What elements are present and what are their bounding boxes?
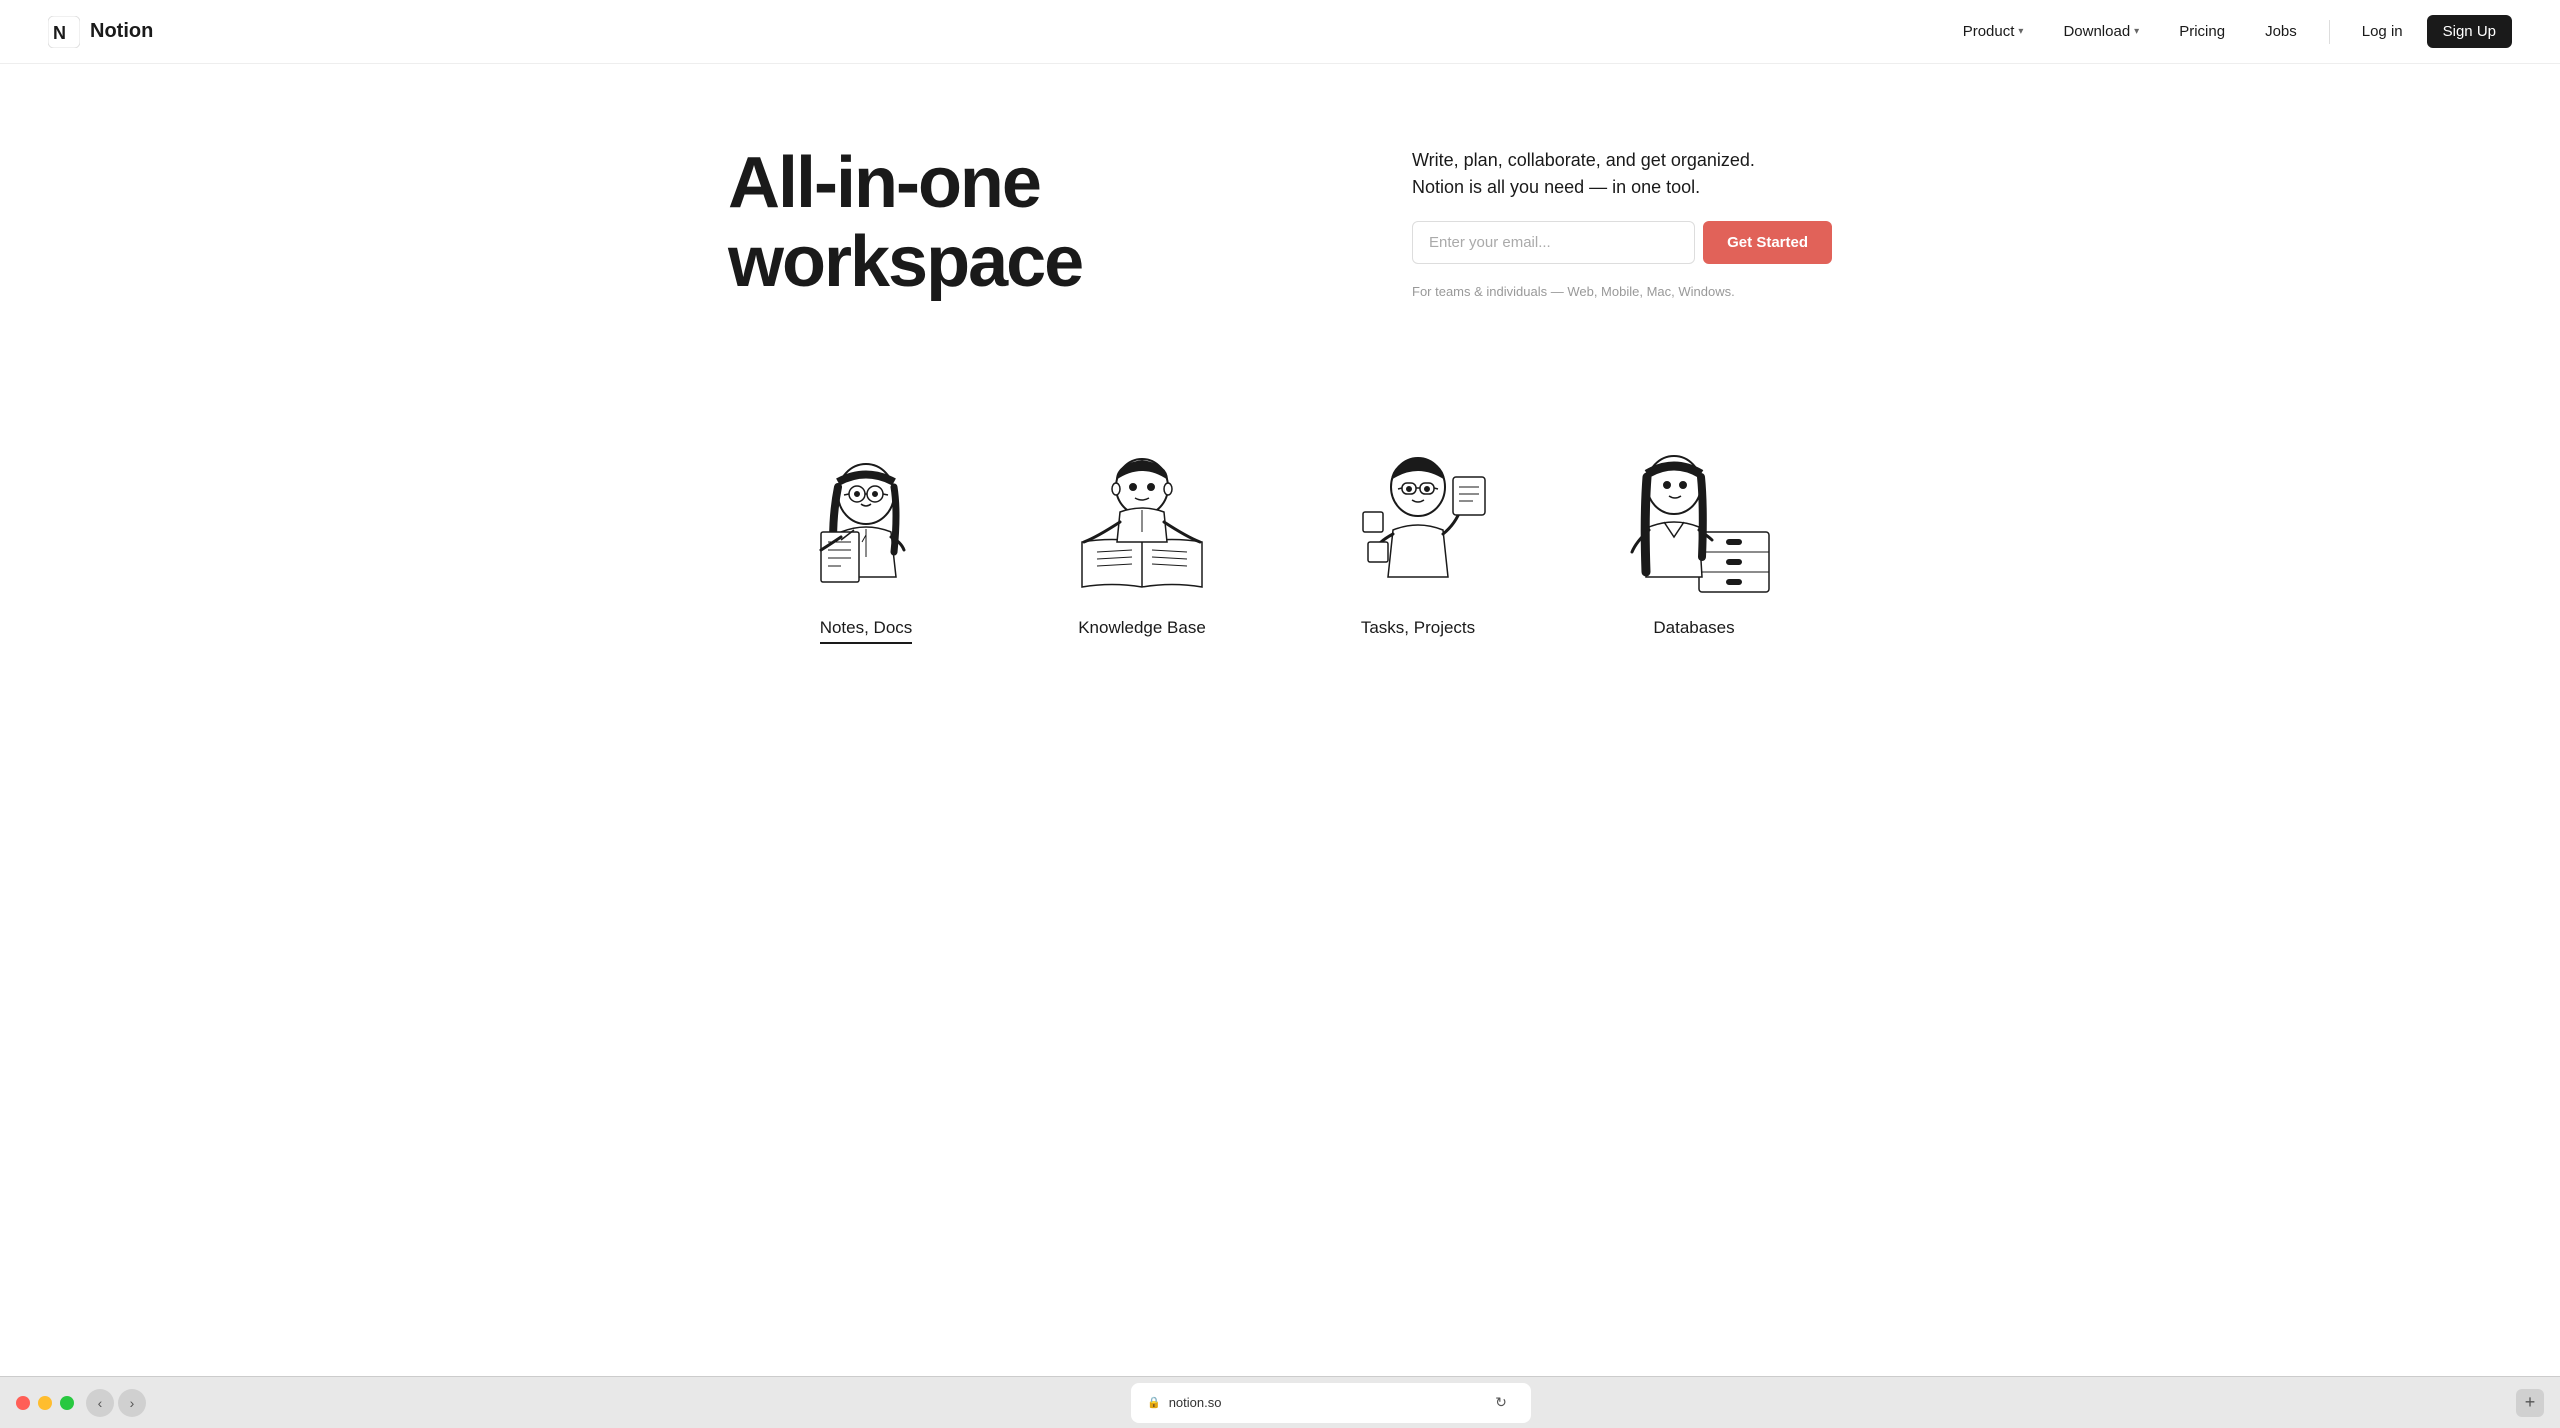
logo-link[interactable]: N Notion	[48, 16, 153, 48]
login-link[interactable]: Log in	[2346, 15, 2419, 48]
email-input[interactable]	[1412, 221, 1695, 264]
nav-item-product[interactable]: Product ▾	[1947, 15, 2040, 48]
nav-divider	[2329, 20, 2330, 44]
tasks-projects-illustration	[1318, 422, 1518, 602]
nav-item-download[interactable]: Download ▾	[2047, 15, 2155, 48]
svg-text:N: N	[53, 23, 66, 43]
refresh-button[interactable]: ↻	[1487, 1389, 1515, 1417]
feature-knowledge-base[interactable]: Knowledge Base	[1004, 402, 1280, 664]
lock-icon: 🔒	[1147, 1396, 1161, 1409]
nav-item-pricing[interactable]: Pricing	[2163, 15, 2241, 48]
browser-nav-buttons: ‹ ›	[86, 1389, 146, 1417]
hero-caption: For teams & individuals — Web, Mobile, M…	[1412, 284, 1832, 299]
feature-tasks-projects[interactable]: Tasks, Projects	[1280, 402, 1556, 664]
download-chevron-icon: ▾	[2134, 26, 2139, 37]
feature-notes-docs[interactable]: Notes, Docs	[728, 402, 1004, 664]
signup-button[interactable]: Sign Up	[2427, 15, 2512, 48]
traffic-lights	[16, 1396, 74, 1410]
get-started-button[interactable]: Get Started	[1703, 221, 1832, 264]
logo-text: Notion	[90, 20, 153, 43]
databases-illustration	[1594, 422, 1794, 602]
feature-label-notes-docs: Notes, Docs	[820, 618, 913, 644]
feature-databases[interactable]: Databases	[1556, 402, 1832, 664]
hero-section: All-in-one workspace Write, plan, collab…	[680, 64, 1880, 362]
back-button[interactable]: ‹	[86, 1389, 114, 1417]
nav-item-jobs[interactable]: Jobs	[2249, 15, 2313, 48]
hero-left: All-in-one workspace	[728, 144, 1332, 302]
minimize-traffic-light[interactable]	[38, 1396, 52, 1410]
close-traffic-light[interactable]	[16, 1396, 30, 1410]
features-section: Notes, Docs	[680, 362, 1880, 724]
product-chevron-icon: ▾	[2018, 26, 2023, 37]
nav-links: Product ▾ Download ▾ Pricing Jobs Log in…	[1947, 15, 2512, 48]
hero-form: Get Started	[1412, 221, 1832, 264]
knowledge-base-illustration	[1042, 422, 1242, 602]
forward-button[interactable]: ›	[118, 1389, 146, 1417]
maximize-traffic-light[interactable]	[60, 1396, 74, 1410]
feature-label-knowledge-base: Knowledge Base	[1078, 618, 1206, 638]
address-bar-wrap: 🔒 notion.so ↻	[158, 1383, 2504, 1423]
feature-label-tasks-projects: Tasks, Projects	[1361, 618, 1475, 638]
hero-title: All-in-one workspace	[728, 144, 1332, 302]
hero-right: Write, plan, collaborate, and get organi…	[1412, 147, 1832, 299]
browser-chrome: ‹ › 🔒 notion.so ↻ +	[0, 1376, 2560, 1428]
navbar: N Notion Product ▾ Download ▾ Pricing Jo…	[0, 0, 2560, 64]
url-text: notion.so	[1169, 1395, 1222, 1410]
address-bar[interactable]: 🔒 notion.so ↻	[1131, 1383, 1531, 1423]
notion-logo-icon: N	[48, 16, 80, 48]
notes-docs-illustration	[766, 422, 966, 602]
hero-subtitle: Write, plan, collaborate, and get organi…	[1412, 147, 1832, 201]
new-tab-button[interactable]: +	[2516, 1389, 2544, 1417]
feature-label-databases: Databases	[1653, 618, 1734, 638]
